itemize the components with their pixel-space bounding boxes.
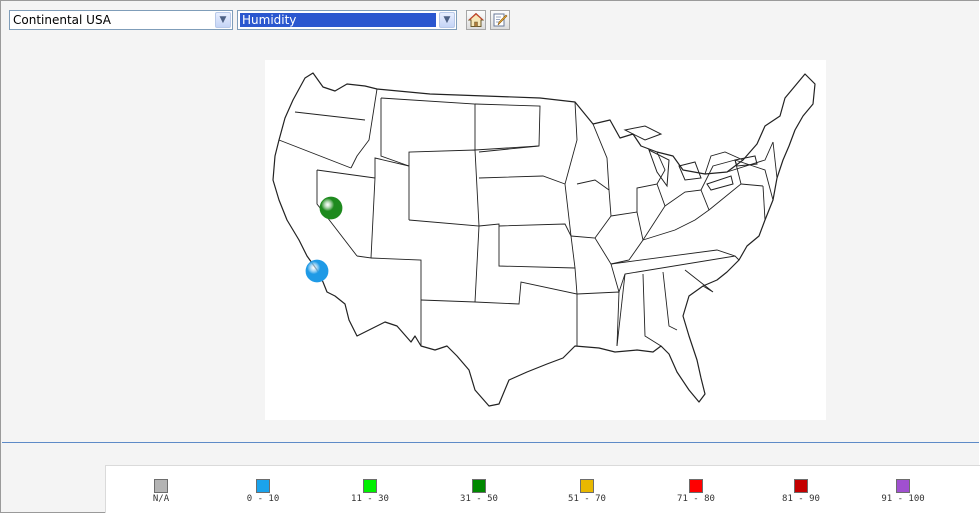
legend-swatch bbox=[363, 479, 377, 493]
home-icon bbox=[468, 12, 484, 27]
legend-label: 51 - 70 bbox=[568, 494, 606, 504]
map-marker[interactable] bbox=[319, 196, 343, 220]
layer-select[interactable]: Humidity ▼ bbox=[237, 10, 457, 30]
legend: N/A 0 - 10 11 - 30 31 - 50 51 - 70 71 - 80 81 … bbox=[105, 465, 980, 513]
region-select-value: Continental USA bbox=[13, 13, 111, 27]
legend-swatch bbox=[689, 479, 703, 493]
region-select[interactable]: Continental USA ▼ bbox=[9, 10, 233, 30]
usa-outline bbox=[272, 72, 816, 407]
legend-item: 31 - 50 bbox=[434, 479, 524, 504]
legend-item: 0 - 10 bbox=[218, 479, 308, 504]
edit-button[interactable] bbox=[490, 10, 510, 30]
edit-page-icon bbox=[493, 13, 508, 27]
legend-swatch bbox=[154, 479, 168, 493]
usa-map[interactable] bbox=[265, 60, 826, 420]
legend-item: N/A bbox=[116, 479, 206, 504]
usa-map-drawing bbox=[272, 72, 816, 407]
layer-select-value: Humidity bbox=[240, 13, 436, 27]
legend-label: N/A bbox=[152, 494, 170, 504]
legend-label: 91 - 100 bbox=[881, 494, 925, 504]
map-marker[interactable] bbox=[305, 259, 329, 283]
legend-label: 81 - 90 bbox=[782, 494, 820, 504]
legend-label: 31 - 50 bbox=[460, 494, 498, 504]
legend-item: 51 - 70 bbox=[542, 479, 632, 504]
legend-label: 71 - 80 bbox=[677, 494, 715, 504]
map-panel: Continental USA ▼ Humidity ▼ N/A 0 - 10 … bbox=[0, 0, 980, 513]
chevron-down-icon[interactable]: ▼ bbox=[439, 12, 455, 28]
chevron-down-icon[interactable]: ▼ bbox=[215, 12, 231, 28]
legend-item: 81 - 90 bbox=[756, 479, 846, 504]
legend-label: 0 - 10 bbox=[246, 494, 280, 504]
legend-swatch bbox=[580, 479, 594, 493]
legend-swatch bbox=[256, 479, 270, 493]
legend-item: 11 - 30 bbox=[325, 479, 415, 504]
legend-label: 11 - 30 bbox=[351, 494, 389, 504]
legend-swatch bbox=[794, 479, 808, 493]
legend-item: 71 - 80 bbox=[651, 479, 741, 504]
legend-swatch bbox=[896, 479, 910, 493]
divider bbox=[2, 442, 979, 443]
legend-item: 91 - 100 bbox=[858, 479, 948, 504]
legend-swatch bbox=[472, 479, 486, 493]
home-button[interactable] bbox=[466, 10, 486, 30]
